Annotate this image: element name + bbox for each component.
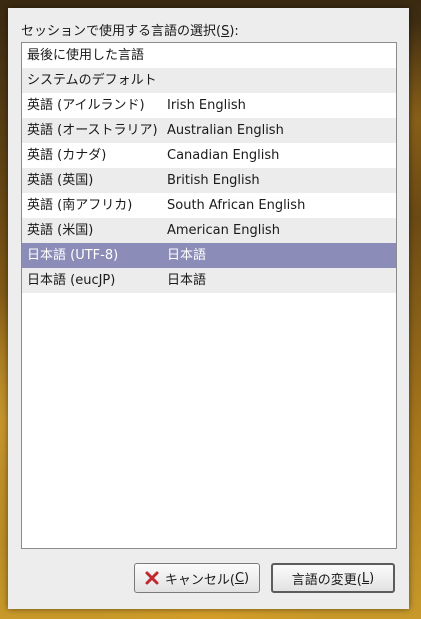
language-name: 英語 (米国)	[27, 223, 94, 238]
language-native-name: Irish English	[167, 98, 246, 113]
cancel-mnemonic: C	[234, 570, 245, 586]
language-native-name: British English	[167, 173, 260, 188]
language-native-name: 日本語	[167, 273, 207, 288]
change-language-label: 言語の変更(	[291, 572, 362, 588]
language-native-name: Canadian English	[167, 148, 280, 163]
language-name: システムのデフォルト	[27, 73, 157, 88]
language-row[interactable]: 英語 (オーストラリア) Australian English	[22, 118, 396, 143]
language-name: 英語 (オーストラリア)	[27, 123, 158, 138]
language-prompt: セッションで使用する言語の選択(S):	[21, 20, 239, 39]
language-dialog: セッションで使用する言語の選択(S): 最後に使用した言語 システムのデフォルト…	[8, 8, 409, 609]
prompt-text-end: ):	[229, 24, 239, 39]
cancel-button[interactable]: キャンセル(C)	[134, 563, 260, 593]
language-name: 日本語 (eucJP)	[27, 273, 116, 288]
language-row[interactable]: 日本語 (eucJP) 日本語	[22, 268, 396, 293]
language-name: 英語 (カナダ)	[27, 148, 107, 163]
language-row[interactable]: 英語 (英国) British English	[22, 168, 396, 193]
language-row[interactable]: 英語 (アイルランド) Irish English	[22, 93, 396, 118]
language-row[interactable]: 最後に使用した言語	[22, 43, 396, 68]
language-native-name: American English	[167, 223, 280, 238]
language-name: 英語 (アイルランド)	[27, 98, 145, 113]
language-row[interactable]: 英語 (南アフリカ) South African English	[22, 193, 396, 218]
language-name: 英語 (英国)	[27, 173, 94, 188]
change-language-button[interactable]: 言語の変更(L)	[271, 563, 395, 593]
language-row-selected[interactable]: 日本語 (UTF-8) 日本語	[22, 243, 396, 268]
cancel-label: キャンセル(	[164, 572, 235, 588]
change-language-mnemonic: L	[361, 570, 370, 586]
language-row[interactable]: 英語 (カナダ) Canadian English	[22, 143, 396, 168]
prompt-text: セッションで使用する言語の選択(	[21, 24, 222, 39]
language-native-name: 日本語	[167, 248, 207, 263]
language-name: 日本語 (UTF-8)	[27, 248, 119, 263]
language-row[interactable]: 英語 (米国) American English	[22, 218, 396, 243]
language-native-name: Australian English	[167, 123, 284, 138]
cancel-label-end: )	[244, 570, 250, 586]
language-row[interactable]: システムのデフォルト	[22, 68, 396, 93]
change-language-label-end: )	[369, 570, 375, 586]
language-name: 最後に使用した言語	[27, 48, 145, 63]
language-list[interactable]: 最後に使用した言語 システムのデフォルト 英語 (アイルランド) Irish E…	[21, 42, 397, 549]
language-name: 英語 (南アフリカ)	[27, 198, 133, 213]
close-icon	[145, 571, 159, 585]
language-native-name: South African English	[167, 198, 306, 213]
